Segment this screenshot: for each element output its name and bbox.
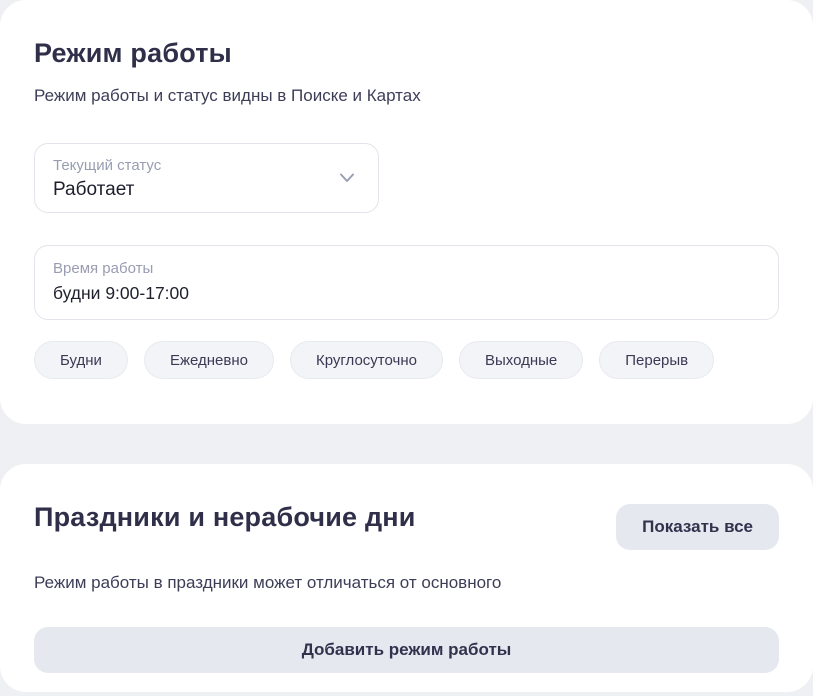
holidays-title: Праздники и нерабочие дни: [34, 502, 416, 532]
schedule-presets-row: Будни Ежедневно Круглосуточно Выходные П…: [34, 341, 779, 379]
chip-break[interactable]: Перерыв: [599, 341, 714, 379]
current-status-select[interactable]: Текущий статус Работает: [34, 143, 379, 213]
chip-weekdays[interactable]: Будни: [34, 341, 128, 379]
current-status-label: Текущий статус: [53, 157, 360, 174]
working-hours-subtitle: Режим работы и статус видны в Поиске и К…: [34, 85, 779, 106]
current-status-value: Работает: [53, 178, 360, 202]
working-hours-card: Режим работы Режим работы и статус видны…: [0, 0, 813, 424]
add-schedule-button[interactable]: Добавить режим работы: [34, 627, 779, 673]
holidays-subtitle: Режим работы в праздники может отличатьс…: [34, 572, 779, 593]
page-title: Режим работы: [34, 38, 779, 68]
chip-weekends[interactable]: Выходные: [459, 341, 583, 379]
working-time-label: Время работы: [53, 260, 760, 277]
chevron-down-icon: [338, 171, 356, 185]
working-time-input[interactable]: [53, 282, 760, 304]
show-all-button[interactable]: Показать все: [616, 504, 779, 550]
chip-daily[interactable]: Ежедневно: [144, 341, 274, 379]
holidays-card: Праздники и нерабочие дни Показать все Р…: [0, 464, 813, 692]
chip-around-the-clock[interactable]: Круглосуточно: [290, 341, 443, 379]
holidays-header: Праздники и нерабочие дни Показать все: [34, 502, 779, 550]
working-time-field[interactable]: Время работы: [34, 245, 779, 320]
